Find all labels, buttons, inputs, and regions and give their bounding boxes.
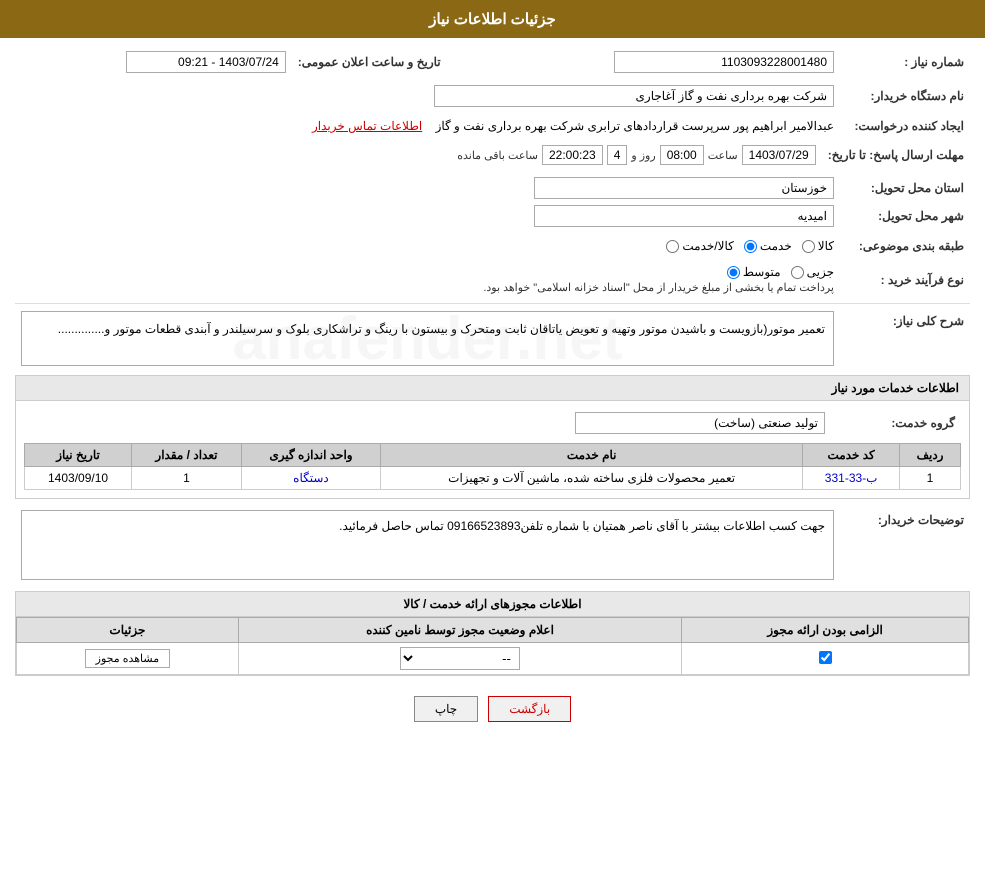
- license-status-select[interactable]: --: [400, 647, 520, 670]
- city-label: شهر محل تحویل:: [840, 202, 970, 230]
- col-date: تاریخ نیاز: [25, 444, 132, 467]
- category-label: طبقه بندی موضوعی:: [840, 236, 970, 256]
- buyer-name-label: نام دستگاه خریدار:: [840, 82, 970, 110]
- view-license-button[interactable]: مشاهده مجوز: [85, 649, 170, 668]
- buyer-name-value: شرکت بهره برداری نفت و گاز آغاجاری: [434, 85, 834, 107]
- service-group-value: تولید صنعتی (ساخت): [575, 412, 825, 434]
- cell-date: 1403/09/10: [25, 467, 132, 490]
- deadline-time: 08:00: [660, 145, 704, 165]
- category-radio2-label: خدمت: [760, 239, 792, 253]
- category-radio2[interactable]: [744, 240, 757, 253]
- description-label: شرح کلی نیاز:: [840, 308, 970, 369]
- category-radio1[interactable]: [802, 240, 815, 253]
- print-button[interactable]: چاپ: [414, 696, 478, 722]
- requester-label: ایجاد کننده درخواست:: [840, 116, 970, 136]
- category-radio1-label: کالا: [818, 239, 834, 253]
- contact-link[interactable]: اطلاعات تماس خریدار: [312, 119, 422, 133]
- description-value: تعمیر موتور(بازویست و باشیدن موتور وتهیه…: [58, 322, 825, 336]
- col-service-code: کد خدمت: [803, 444, 900, 467]
- province-label: استان محل تحویل:: [840, 174, 970, 202]
- cell-quantity: 1: [132, 467, 242, 490]
- category-radio3-label: کالا/خدمت: [682, 239, 733, 253]
- table-row: 1 ب-33-331 تعمیر محصولات فلزی ساخته شده،…: [25, 467, 961, 490]
- requester-value: عبدالامیر ابراهیم پور سرپرست قراردادهای …: [436, 119, 834, 133]
- page-header: جزئیات اطلاعات نیاز: [0, 0, 985, 38]
- deadline-days-label: روز و: [631, 149, 655, 162]
- deadline-remaining-label: ساعت باقی مانده: [457, 149, 538, 162]
- buyer-desc-value: جهت کسب اطلاعات بیشتر با آقای ناصر همتیا…: [339, 519, 825, 533]
- back-button[interactable]: بازگشت: [488, 696, 571, 722]
- service-group-label: گروه خدمت:: [831, 409, 961, 437]
- cell-service-code: ب-33-331: [803, 467, 900, 490]
- purchase-radio1-label: جزیی: [807, 265, 834, 279]
- page-title: جزئیات اطلاعات نیاز: [429, 11, 556, 28]
- province-value: خوزستان: [534, 177, 834, 199]
- deadline-date: 1403/07/29: [742, 145, 816, 165]
- purchase-type-label: نوع فرآیند خرید :: [840, 262, 970, 297]
- deadline-days: 4: [607, 145, 628, 165]
- col-service-name: نام خدمت: [381, 444, 803, 467]
- col-unit: واحد اندازه گیری: [241, 444, 380, 467]
- cell-unit: دستگاه: [241, 467, 380, 490]
- license-col-details: جزئیات: [17, 618, 239, 643]
- announce-label: تاریخ و ساعت اعلان عمومی:: [292, 48, 447, 76]
- license-col-required: الزامی بودن ارائه مجوز: [682, 618, 969, 643]
- license-row: -- مشاهده مجوز: [17, 643, 969, 675]
- license-required-checkbox[interactable]: [819, 651, 832, 664]
- need-number-value: 1103093228001480: [614, 51, 834, 73]
- need-number-label: شماره نیاز :: [840, 48, 970, 76]
- deadline-remaining: 22:00:23: [542, 145, 603, 165]
- deadline-time-label: ساعت: [708, 149, 738, 162]
- buyer-desc-label: توضیحات خریدار:: [840, 507, 970, 583]
- cell-row-num: 1: [900, 467, 961, 490]
- col-quantity: تعداد / مقدار: [132, 444, 242, 467]
- cell-service-name: تعمیر محصولات فلزی ساخته شده، ماشین آلات…: [381, 467, 803, 490]
- deadline-label: مهلت ارسال پاسخ: تا تاریخ:: [822, 142, 970, 168]
- license-section-title: اطلاعات مجوزهای ارائه خدمت / کالا: [16, 592, 969, 617]
- city-value: امیدیه: [534, 205, 834, 227]
- purchase-radio2-label: متوسط: [743, 265, 781, 279]
- services-section-title: اطلاعات خدمات مورد نیاز: [16, 376, 969, 401]
- purchase-note: پرداخت تمام یا بخشی از مبلغ خریدار از مح…: [21, 281, 834, 294]
- announce-value: 1403/07/24 - 09:21: [126, 51, 286, 73]
- category-radio3[interactable]: [666, 240, 679, 253]
- purchase-radio1[interactable]: [791, 266, 804, 279]
- purchase-radio2[interactable]: [727, 266, 740, 279]
- col-row-num: ردیف: [900, 444, 961, 467]
- license-col-status: اعلام وضعیت مجوز توسط نامین کننده: [238, 618, 681, 643]
